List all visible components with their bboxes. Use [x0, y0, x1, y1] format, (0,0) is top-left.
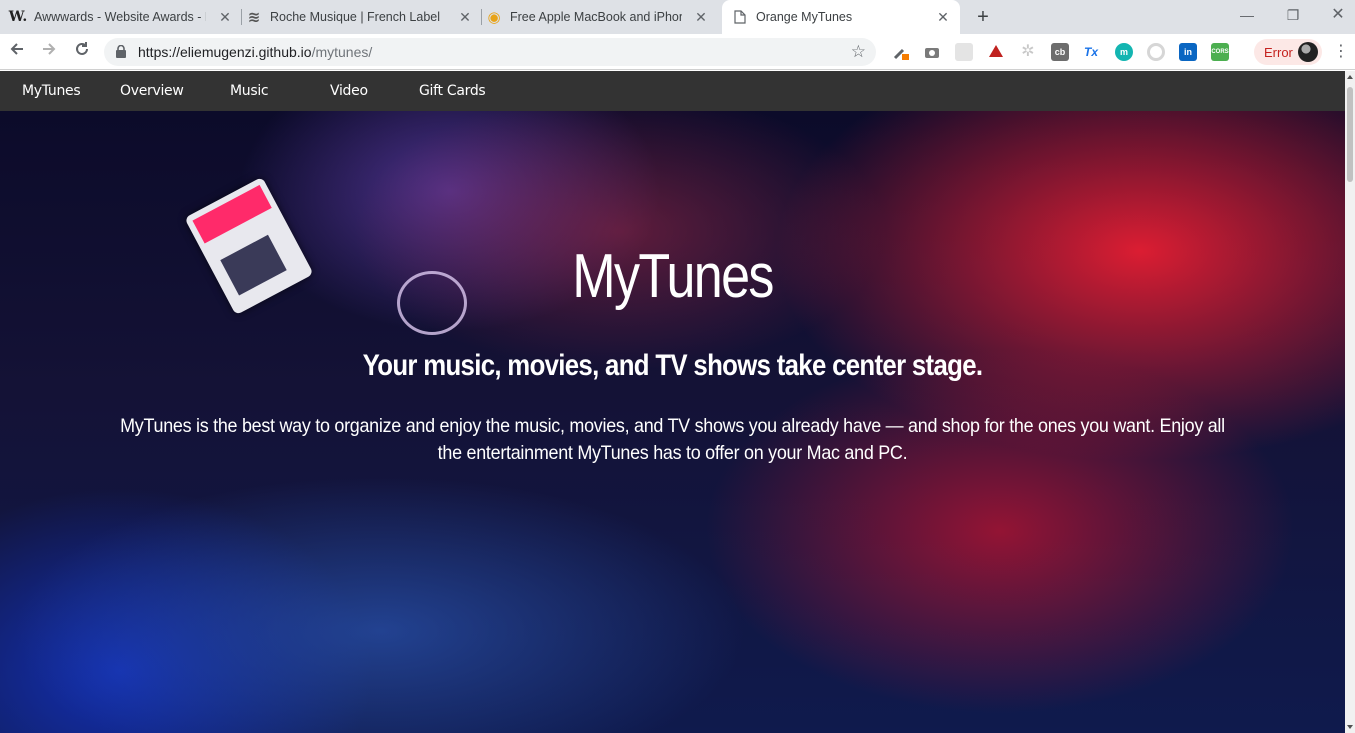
linkedin-extension-icon[interactable]: in: [1179, 43, 1197, 61]
back-arrow-icon[interactable]: [6, 41, 28, 63]
profile-error-button[interactable]: Error: [1254, 39, 1322, 65]
tab-title: Free Apple MacBook and iPhone: [510, 10, 682, 24]
forward-arrow-icon[interactable]: [38, 41, 60, 63]
new-tab-icon[interactable]: +: [973, 7, 993, 27]
tab-separator: [241, 9, 242, 25]
reload-icon[interactable]: [71, 41, 93, 63]
scroll-down-arrow-icon[interactable]: [1347, 725, 1353, 729]
waves-icon: ≋: [247, 9, 261, 26]
nav-link-video[interactable]: Video: [330, 83, 368, 99]
avatar: [1298, 42, 1318, 62]
restore-window-icon[interactable]: ❐: [1283, 5, 1303, 25]
document-icon: [732, 9, 748, 25]
site-navigation: MyTunes Overview Music Video Gift Cards: [0, 71, 1345, 111]
close-tab-icon[interactable]: ✕: [218, 10, 232, 24]
nav-link-overview[interactable]: Overview: [120, 83, 184, 99]
tab-awwwards[interactable]: W. Awwwards - Website Awards - Be ✕: [8, 0, 242, 34]
hero-subtitle: Your music, movies, and TV shows take ce…: [362, 349, 983, 382]
cors-extension-icon[interactable]: CORS: [1211, 43, 1229, 61]
camera-extension-icon[interactable]: [923, 43, 941, 61]
ruby-extension-icon[interactable]: [987, 43, 1005, 61]
grid-extension-icon[interactable]: [955, 43, 973, 61]
close-tab-icon[interactable]: ✕: [936, 10, 950, 24]
close-tab-icon[interactable]: ✕: [458, 10, 472, 24]
close-tab-icon[interactable]: ✕: [694, 10, 708, 24]
tab-roche-musique[interactable]: ≋ Roche Musique | French Label | A ✕: [246, 0, 482, 34]
eyedropper-extension-icon[interactable]: [892, 43, 910, 61]
tab-free-apple[interactable]: ◉ Free Apple MacBook and iPhone ✕: [486, 0, 718, 34]
coin-stack-icon: ◉: [487, 9, 501, 26]
url-text[interactable]: https://eliemugenzi.github.io/mytunes/: [138, 44, 372, 60]
scroll-up-arrow-icon[interactable]: [1347, 75, 1353, 79]
cb-extension-icon[interactable]: cb: [1051, 43, 1069, 61]
tx-extension-icon[interactable]: Tx: [1082, 43, 1100, 61]
phone-screen-banner: [192, 184, 272, 244]
scrollbar-thumb[interactable]: [1347, 87, 1353, 182]
tab-title: Orange MyTunes: [756, 10, 853, 24]
m-extension-icon[interactable]: m: [1115, 43, 1133, 61]
hero-section: MyTunes Your music, movies, and TV shows…: [0, 111, 1345, 733]
tab-orange-mytunes[interactable]: Orange MyTunes ✕: [722, 0, 960, 34]
circle-extension-icon[interactable]: [1147, 43, 1165, 61]
tab-separator: [481, 9, 482, 25]
nav-link-gift-cards[interactable]: Gift Cards: [419, 83, 486, 99]
browser-tab-strip: W. Awwwards - Website Awards - Be ✕ ≋ Ro…: [0, 0, 1355, 34]
browser-toolbar: https://eliemugenzi.github.io/mytunes/ ☆…: [0, 34, 1355, 70]
awwwards-favicon-icon: W.: [8, 9, 28, 25]
gear-extension-icon[interactable]: ✲: [1019, 43, 1037, 61]
nav-link-music[interactable]: Music: [230, 83, 269, 99]
web-page: MyTunes Overview Music Video Gift Cards …: [0, 71, 1345, 733]
hero-title: MyTunes: [572, 242, 774, 311]
close-window-icon[interactable]: ✕: [1328, 5, 1348, 25]
browser-menu-icon[interactable]: ⋮: [1333, 42, 1349, 62]
url-host: https://eliemugenzi.github.io: [138, 44, 312, 60]
tab-title: Awwwards - Website Awards - Be: [34, 10, 206, 24]
address-bar[interactable]: https://eliemugenzi.github.io/mytunes/ ☆: [104, 38, 876, 66]
minimize-window-icon[interactable]: —: [1237, 5, 1257, 25]
page-scrollbar[interactable]: [1345, 71, 1355, 733]
bookmark-star-icon[interactable]: ☆: [851, 42, 866, 62]
hero-description: MyTunes is the best way to organize and …: [120, 415, 1225, 464]
lock-icon: [116, 44, 126, 58]
url-path: /mytunes/: [311, 44, 373, 60]
error-label: Error: [1264, 45, 1293, 60]
tab-title: Roche Musique | French Label | A: [270, 10, 442, 24]
nav-link-mytunes[interactable]: MyTunes: [22, 83, 81, 99]
